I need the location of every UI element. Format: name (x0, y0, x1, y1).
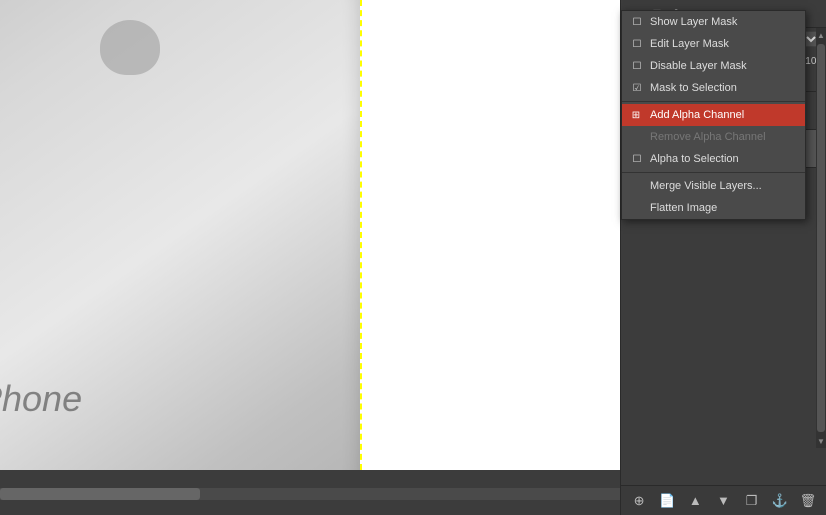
selection-border-vertical (360, 0, 362, 470)
scroll-down-arrow[interactable]: ▼ (816, 434, 826, 448)
scroll-up-arrow[interactable]: ▲ (816, 28, 826, 42)
iphone-shape: iPhone (0, 0, 370, 515)
menu-label-merge-visible-layers: Merge Visible Layers... (650, 180, 762, 192)
menu-label-alpha-to-selection: Alpha to Selection (650, 153, 739, 165)
show-layer-mask-checkbox: ☐ (630, 15, 644, 29)
menu-item-remove-alpha-channel: Remove Alpha Channel (622, 126, 805, 148)
menu-item-alpha-to-selection[interactable]: ☐ Alpha to Selection (622, 148, 805, 170)
scroll-thumb[interactable] (817, 44, 825, 432)
iphone-text-label: iPhone (0, 378, 82, 420)
panel-scrollbar[interactable]: ▲ ▼ (816, 28, 826, 448)
menu-label-add-alpha-channel: Add Alpha Channel (650, 109, 744, 121)
context-menu: ☐ Show Layer Mask ☐ Edit Layer Mask ☐ Di… (621, 10, 806, 220)
menu-item-mask-to-selection[interactable]: ☑ Mask to Selection (622, 77, 805, 99)
right-panel: ≡ ⊟ ✎ Mode Normal Multiply Screen Opacit… (620, 0, 826, 515)
menu-separator-1 (622, 101, 805, 102)
mask-to-selection-checkbox: ☑ (630, 81, 644, 95)
menu-label-mask-to-selection: Mask to Selection (650, 82, 737, 94)
menu-item-add-alpha-channel[interactable]: ⊞ Add Alpha Channel (622, 104, 805, 126)
menu-item-edit-layer-mask[interactable]: ☐ Edit Layer Mask (622, 33, 805, 55)
menu-item-merge-visible-layers[interactable]: Merge Visible Layers... (622, 175, 805, 197)
iphone-apple-logo (100, 20, 160, 75)
canvas-white-area (360, 0, 620, 470)
new-from-visible-button[interactable]: 📄 (657, 491, 677, 511)
edit-layer-mask-checkbox: ☐ (630, 37, 644, 51)
menu-item-disable-layer-mask[interactable]: ☐ Disable Layer Mask (622, 55, 805, 77)
new-layer-button[interactable]: ⊕ (629, 491, 649, 511)
menu-item-flatten-image[interactable]: Flatten Image (622, 197, 805, 219)
menu-item-show-layer-mask[interactable]: ☐ Show Layer Mask (622, 11, 805, 33)
menu-label-show-layer-mask: Show Layer Mask (650, 16, 737, 28)
horizontal-scrollbar[interactable] (0, 488, 620, 500)
menu-label-flatten-image: Flatten Image (650, 202, 717, 214)
main-container: iPhone ≡ ⊟ ✎ Mode Normal Multip (0, 0, 826, 515)
canvas-image: iPhone (0, 0, 620, 515)
menu-label-edit-layer-mask: Edit Layer Mask (650, 38, 729, 50)
menu-label-remove-alpha-channel: Remove Alpha Channel (650, 131, 766, 143)
menu-label-disable-layer-mask: Disable Layer Mask (650, 60, 747, 72)
canvas-bottom-bar (0, 470, 620, 515)
canvas-area: iPhone (0, 0, 620, 515)
panel-bottom-toolbar: ⊕ 📄 ▲ ▼ ❐ ⚓ 🗑 (621, 485, 826, 515)
anchor-layer-button[interactable]: ⚓ (770, 491, 790, 511)
duplicate-layer-button[interactable]: ❐ (742, 491, 762, 511)
delete-layer-button[interactable]: 🗑 (798, 491, 818, 511)
scrollbar-thumb[interactable] (0, 488, 200, 500)
menu-separator-2 (622, 172, 805, 173)
move-layer-down-button[interactable]: ▼ (713, 491, 733, 511)
alpha-to-selection-checkbox: ☐ (630, 152, 644, 166)
move-layer-up-button[interactable]: ▲ (685, 491, 705, 511)
disable-layer-mask-checkbox: ☐ (630, 59, 644, 73)
add-alpha-channel-icon: ⊞ (628, 107, 644, 123)
